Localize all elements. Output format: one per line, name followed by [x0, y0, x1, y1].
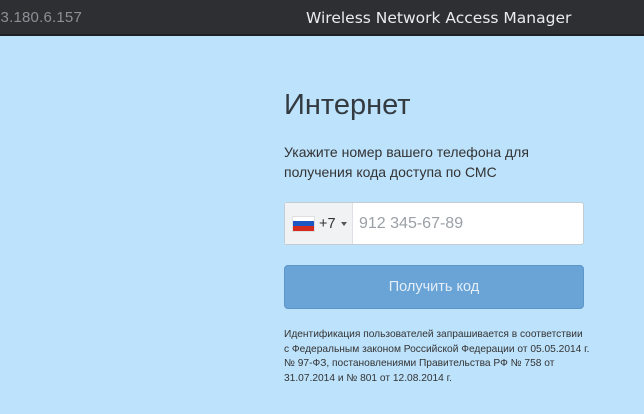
page-title: Интернет — [284, 89, 411, 121]
legal-notice: Идентификация пользователей запрашиваетс… — [284, 329, 590, 384]
instruction-text: Укажите номер вашего телефона для получе… — [284, 144, 529, 180]
flag-stripe-red — [293, 225, 314, 231]
ip-address: 93.180.6.157 — [0, 9, 82, 26]
title-bar: 93.180.6.157 Wireless Network Access Man… — [0, 0, 644, 36]
phone-input[interactable] — [353, 203, 583, 244]
russia-flag-icon — [293, 216, 314, 231]
login-panel: Интернет Укажите номер вашего телефона д… — [284, 84, 589, 384]
window-title: Wireless Network Access Manager — [306, 9, 572, 27]
phone-field-group: +7 — [284, 202, 584, 245]
get-code-button[interactable]: Получить код — [284, 265, 584, 309]
chevron-down-icon — [340, 221, 347, 226]
country-code-label: +7 — [319, 215, 336, 232]
country-code-dropdown[interactable]: +7 — [285, 203, 353, 244]
